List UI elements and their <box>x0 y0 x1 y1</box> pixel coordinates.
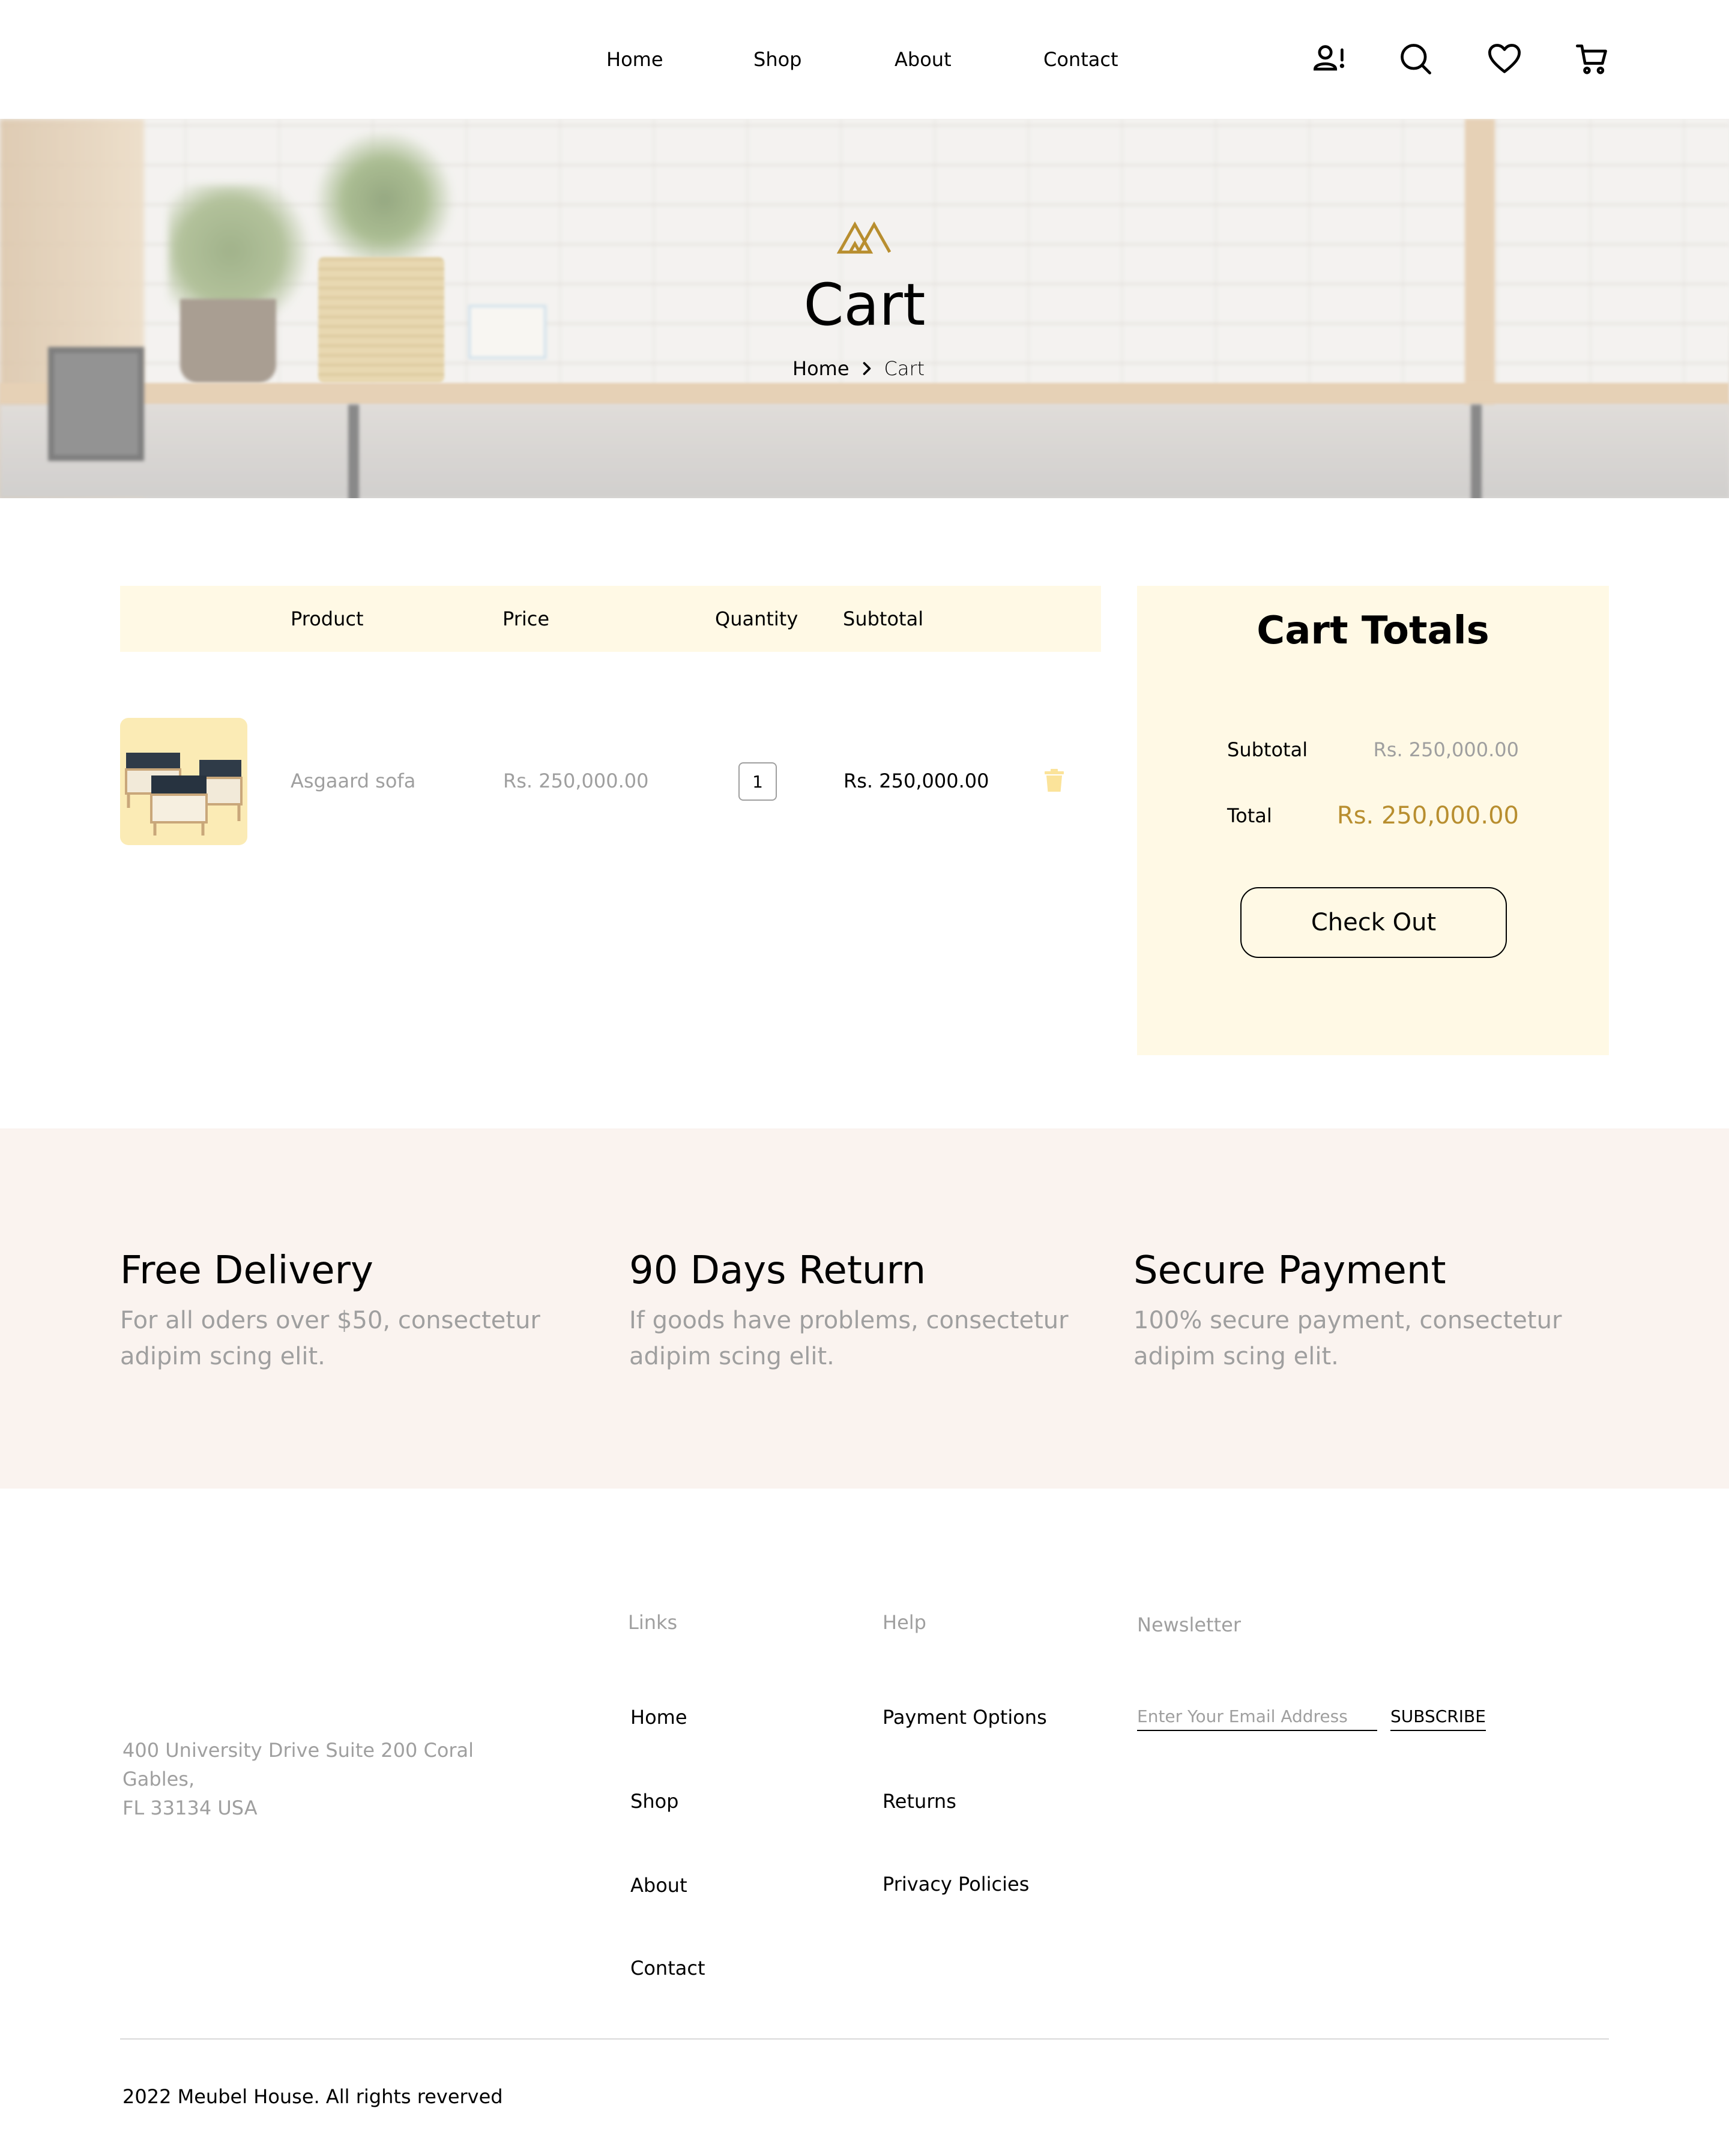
totals-total-value: Rs. 250,000.00 <box>1336 802 1519 830</box>
copyright-text: 2022 Meubel House. All rights reverved <box>122 2085 503 2108</box>
address-line: FL 33134 USA <box>122 1796 258 1819</box>
footer-link-payment-options[interactable]: Payment Options <box>883 1706 1047 1729</box>
trash-icon[interactable] <box>1040 766 1069 795</box>
nav-shop-link[interactable]: Shop <box>753 48 801 71</box>
quantity-input[interactable]: 1 <box>738 762 777 801</box>
cart-item-price: Rs. 250,000.00 <box>503 769 649 792</box>
brand-logo-icon <box>837 220 892 254</box>
footer-link-privacy-policies[interactable]: Privacy Policies <box>883 1873 1029 1896</box>
nav-contact-link[interactable]: Contact <box>1043 48 1118 71</box>
chevron-right-icon <box>858 360 876 378</box>
features-strip: Free Delivery For all oders over $50, co… <box>0 1128 1729 1489</box>
feature-description: If goods have problems, consectetur adip… <box>629 1307 1069 1370</box>
footer-link-contact[interactable]: Contact <box>630 1957 705 1980</box>
column-header-subtotal: Subtotal <box>843 607 924 630</box>
footer-newsletter-title: Newsletter <box>1137 1613 1241 1636</box>
address-line: 400 University Drive Suite 200 Coral <box>122 1739 474 1762</box>
feature-free-delivery: Free Delivery For all oders over $50, co… <box>120 1248 576 1375</box>
footer-divider <box>120 2038 1609 2040</box>
nav-about-link[interactable]: About <box>895 48 952 71</box>
cart-table-header: Product Price Quantity Subtotal <box>120 586 1101 652</box>
column-header-price: Price <box>502 607 550 630</box>
hero-banner: Cart Home Cart <box>0 119 1729 498</box>
feature-secure-payment: Secure Payment 100% secure payment, cons… <box>1133 1248 1590 1375</box>
footer-help-title: Help <box>883 1611 926 1634</box>
footer-links-title: Links <box>628 1611 678 1634</box>
feature-description: 100% secure payment, consectetur adipim … <box>1133 1307 1562 1370</box>
account-alert-icon[interactable] <box>1311 41 1347 77</box>
totals-total-label: Total <box>1227 804 1272 827</box>
cart-icon[interactable] <box>1574 41 1610 77</box>
checkout-button[interactable]: Check Out <box>1240 887 1507 958</box>
subscribe-button[interactable]: SUBSCRIBE <box>1390 1702 1486 1731</box>
column-header-quantity: Quantity <box>715 607 798 630</box>
breadcrumb-current: Cart <box>884 357 925 380</box>
footer-address: 400 University Drive Suite 200 Coral Gab… <box>122 1736 483 1822</box>
search-icon[interactable] <box>1398 41 1434 77</box>
totals-subtotal-value: Rs. 250,000.00 <box>1373 738 1519 761</box>
product-thumbnail[interactable] <box>120 718 247 845</box>
address-line: Gables, <box>122 1768 195 1790</box>
feature-title: Free Delivery <box>120 1248 373 1293</box>
column-header-product: Product <box>291 607 364 630</box>
cart-item-subtotal: Rs. 250,000.00 <box>843 769 989 792</box>
breadcrumb-home-link[interactable]: Home <box>792 357 849 380</box>
footer-link-returns[interactable]: Returns <box>883 1790 956 1813</box>
totals-subtotal-label: Subtotal <box>1227 738 1308 761</box>
page-title: Cart <box>803 271 926 339</box>
footer-link-about[interactable]: About <box>630 1874 687 1897</box>
feature-title: Secure Payment <box>1133 1248 1446 1293</box>
cart-totals-panel: Cart Totals Subtotal Rs. 250,000.00 Tota… <box>1137 586 1609 1055</box>
heart-icon[interactable] <box>1486 41 1522 77</box>
cart-totals-title: Cart Totals <box>1257 609 1489 653</box>
top-navigation: Home Shop About Contact <box>0 0 1729 119</box>
nav-home-link[interactable]: Home <box>606 48 663 71</box>
feature-title: 90 Days Return <box>629 1248 926 1293</box>
footer-link-shop[interactable]: Shop <box>630 1790 678 1813</box>
cart-item-name[interactable]: Asgaard sofa <box>291 769 415 792</box>
feature-90-days-return: 90 Days Return If goods have problems, c… <box>629 1248 1085 1375</box>
footer-link-home[interactable]: Home <box>630 1706 687 1729</box>
breadcrumb: Home Cart <box>792 357 925 381</box>
newsletter-email-input[interactable] <box>1137 1702 1377 1731</box>
feature-description: For all oders over $50, consectetur adip… <box>120 1307 540 1370</box>
